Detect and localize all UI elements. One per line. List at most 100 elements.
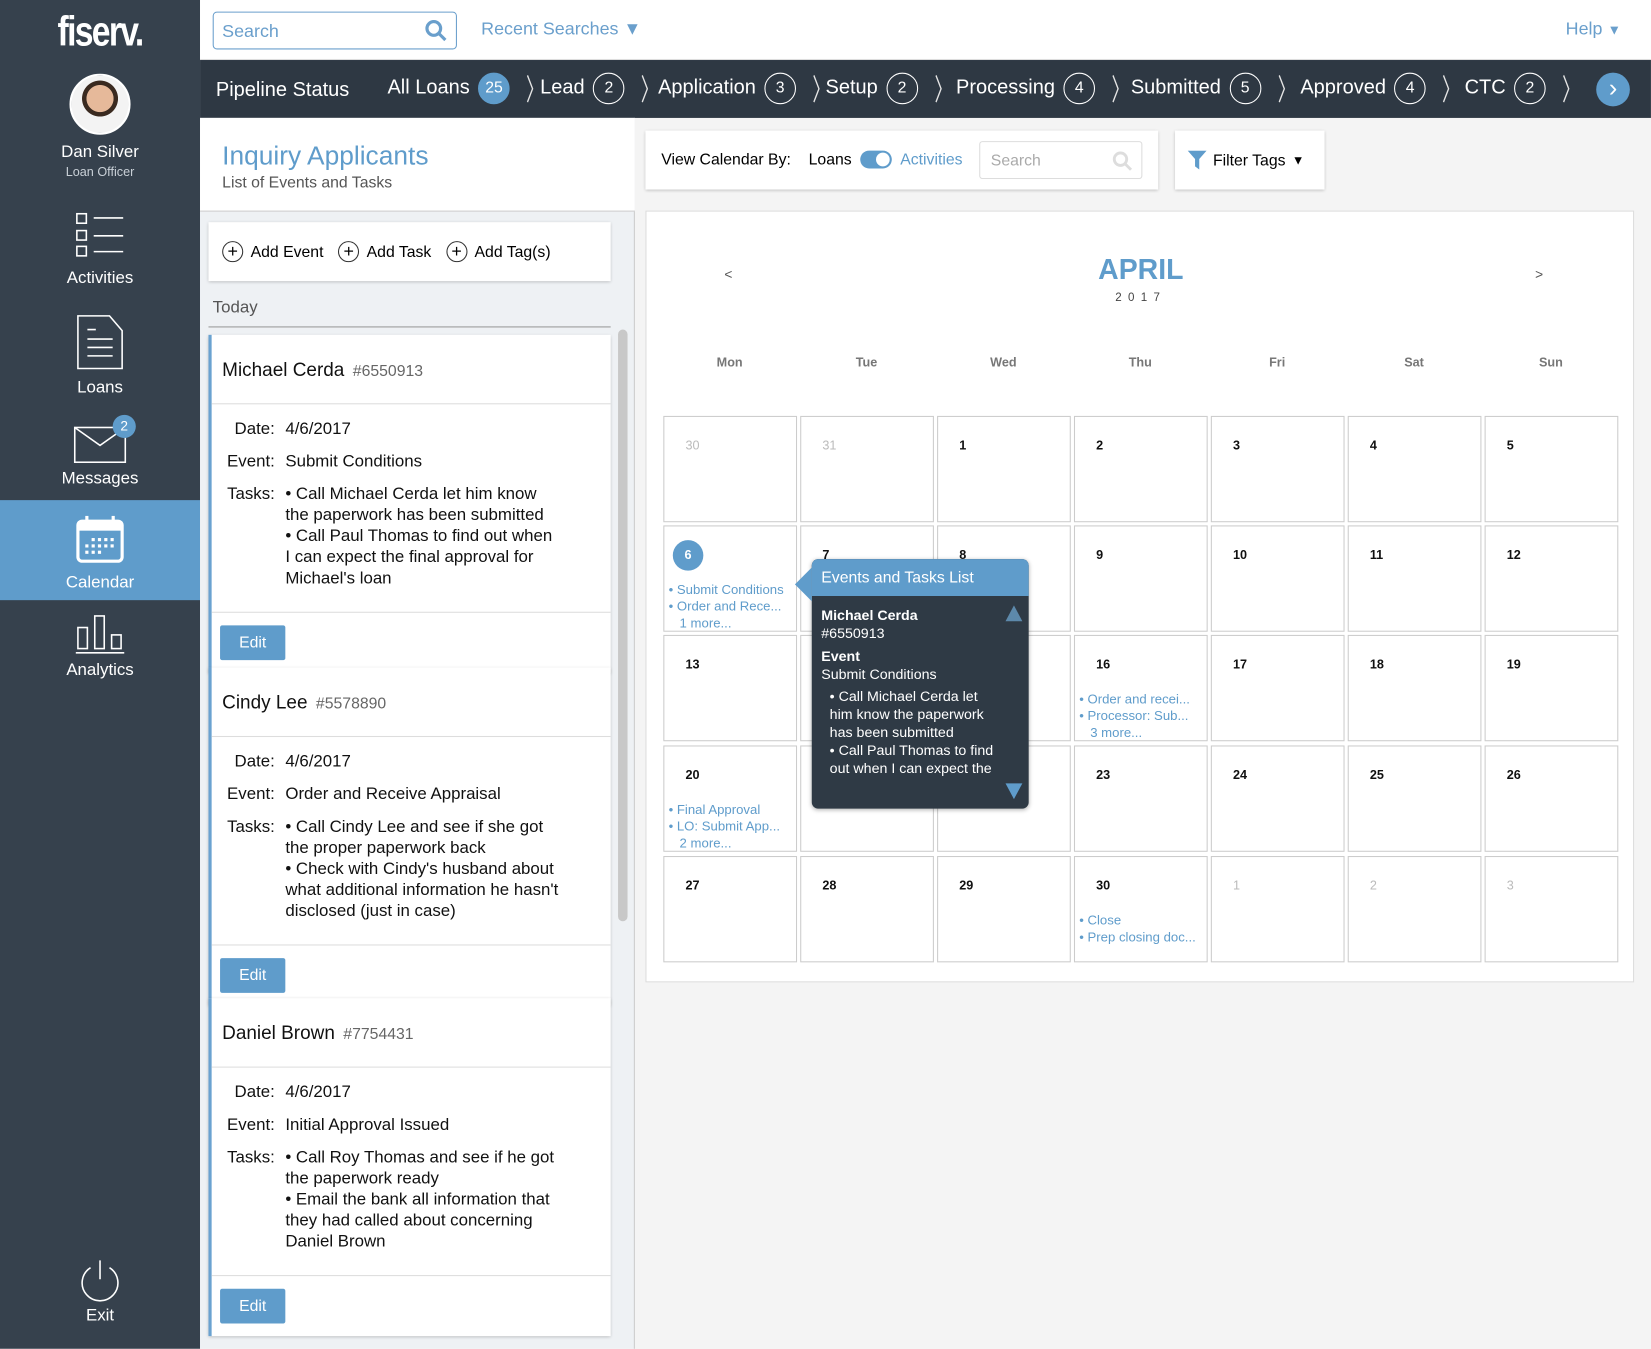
event-link[interactable]: • Order and recei... [1079,691,1190,708]
nav-calendar[interactable]: Calendar [0,500,201,601]
tasks-label: Tasks: [227,485,275,504]
pipeline-stage-lead[interactable]: Lead 2 〉 [540,72,665,106]
calendar-day-cell[interactable]: 24 [1210,745,1345,852]
avatar[interactable] [69,73,131,135]
pipeline-stage-application[interactable]: Application 3 〉 [658,72,836,106]
scroll-down-icon[interactable] [1005,783,1023,800]
calendar-day-cell[interactable]: 3 [1210,415,1345,523]
pipeline-stage-approved[interactable]: Approved 4 〉 [1300,72,1466,106]
stage-count-badge: 4 [1394,72,1426,105]
calendar-day-cell[interactable]: 18 [1347,634,1482,742]
calendar-day-cell[interactable]: 10 [1210,525,1345,632]
calendar-day-cell[interactable]: 1 [937,415,1071,523]
search-icon[interactable] [1112,151,1133,172]
applicant-card: Cindy Lee #5578890 Date: 4/6/2017 Event: Orde… [208,667,611,1006]
nav-messages[interactable]: 2 Messages [0,414,200,499]
calendar-day-cell[interactable]: 23 [1073,745,1208,852]
date-label: Date: [234,1083,275,1102]
exit-button[interactable]: Exit [0,1258,200,1337]
view-toggle[interactable] [860,150,892,169]
calendar-day-cell[interactable]: 2 [1347,856,1482,963]
filter-tags-button[interactable]: Filter Tags ▼ [1175,130,1325,190]
add-tags-button[interactable]: + Add Tag(s) [446,241,551,263]
edit-button[interactable]: Edit [220,958,286,993]
calendar-day-cell[interactable]: 27 [663,856,798,963]
pipeline-stage-ctc[interactable]: CTC 2 〉 [1465,72,1586,106]
search-input[interactable]: Search [212,11,457,50]
more-events-link[interactable]: 3 more... [1079,724,1190,741]
more-events-link[interactable]: 2 more... [669,835,780,852]
event-link[interactable]: • Prep closing doc... [1079,929,1196,946]
action-bar: + Add Event + Add Task + Add Tag(s) [208,222,611,282]
calendar-day-cell[interactable]: 30 • Close • Prep closing doc... [1073,856,1208,963]
calendar-search-input[interactable]: Search [979,141,1143,179]
nav-activities[interactable]: Activities [0,211,200,295]
pipeline-stage-submitted[interactable]: Submitted 5 〉 [1131,72,1301,106]
calendar-day-cell[interactable]: 16 • Order and recei... • Processor: Sub..… [1073,634,1208,742]
search-icon[interactable] [424,19,447,42]
pipeline-stage-all-loans[interactable]: All Loans 25 〉 [387,72,549,106]
applicant-name[interactable]: Michael Cerda [222,359,344,380]
scroll-up-icon[interactable] [1005,605,1023,622]
filter-tags-label: Filter Tags [1212,151,1286,169]
calendar-day-cell[interactable]: 11 [1347,525,1482,632]
calendar-day-cell[interactable]: 30 [663,415,798,523]
card-tasks-row: Tasks: • Call Cindy Lee and see if she go… [220,817,611,922]
applicant-name[interactable]: Cindy Lee [222,692,307,713]
plus-circle-icon: + [222,241,244,263]
day-events: • Close • Prep closing doc... [1079,912,1196,946]
calendar-day-cell[interactable]: 25 [1347,745,1482,852]
calendar-day-cell[interactable]: 2 [1073,415,1208,523]
scrollbar[interactable] [618,329,628,922]
day-events: • Final Approval • LO: Submit App... 2 mo… [669,801,780,852]
calendar-day-cell[interactable]: 17 [1210,634,1345,742]
event-link[interactable]: • Processor: Sub... [1079,708,1190,725]
applicant-name[interactable]: Daniel Brown [222,1022,335,1043]
user-name: Dan Silver [61,143,139,162]
calendar-day-cell[interactable]: 13 [663,634,798,742]
calendar-day-cell[interactable]: 9 [1073,525,1208,632]
task-line: disclosed (just in case) [285,902,456,921]
nav-loans[interactable]: Loans [0,314,200,398]
event-link[interactable]: • LO: Submit App... [669,818,780,835]
pipeline-next-button[interactable]: › [1596,72,1630,107]
calendar-day-cell[interactable]: 12 [1484,525,1619,632]
event-link[interactable]: • Order and Rece... [669,598,784,615]
edit-button[interactable]: Edit [220,1288,286,1324]
stage-label: Processing [956,76,1056,99]
edit-button[interactable]: Edit [220,625,286,661]
chevron-right-icon: › [1608,73,1618,103]
event-link[interactable]: • Submit Conditions [669,581,784,598]
day-number: 5 [1506,438,1514,453]
calendar-day-cell[interactable]: 26 [1484,745,1619,852]
event-link[interactable]: • Final Approval [669,801,780,818]
divider [208,326,611,328]
calendar-day-cell[interactable]: 28 [800,856,934,963]
toggle-activities-label[interactable]: Activities [900,151,962,169]
stage-count-badge: 2 [593,72,625,105]
recent-searches-dropdown[interactable]: Recent Searches ▼ [481,19,641,40]
calendar-day-cell[interactable]: 3 [1484,856,1619,963]
toggle-loans-label[interactable]: Loans [809,151,852,169]
pipeline-stage-setup[interactable]: Setup 2 〉 [825,72,957,106]
calendar-day-cell[interactable]: 19 [1484,634,1619,742]
calendar-day-cell[interactable]: 5 [1484,415,1619,523]
card-body: Date: 4/6/2017 Event: Order and Receive App… [211,737,611,946]
add-task-button[interactable]: + Add Task [338,241,431,263]
event-link[interactable]: • Close [1079,912,1196,929]
date-label: Date: [234,420,275,439]
calendar-day-cell[interactable]: 4 [1347,415,1482,523]
date-label: Date: [234,752,275,771]
calendar-day-cell[interactable]: 6 • Submit Conditions • Order and Rece... … [663,525,798,632]
pipeline-stage-processing[interactable]: Processing 4 〉 [956,72,1135,106]
pipeline-bar: Pipeline Status All Loans 25 〉 Lead 2 〉 Applic… [200,60,1651,118]
calendar-day-cell[interactable]: 1 [1210,856,1345,963]
day-number: 12 [1506,547,1521,563]
help-dropdown[interactable]: Help ▼ [1566,19,1621,40]
nav-analytics[interactable]: Analytics [0,613,200,692]
calendar-day-cell[interactable]: 29 [937,856,1071,963]
calendar-day-cell[interactable]: 20 • Final Approval • LO: Submit App... 2 … [663,745,798,852]
more-events-link[interactable]: 1 more... [669,615,784,632]
add-event-button[interactable]: + Add Event [222,241,323,263]
calendar-day-cell[interactable]: 31 [800,415,934,523]
